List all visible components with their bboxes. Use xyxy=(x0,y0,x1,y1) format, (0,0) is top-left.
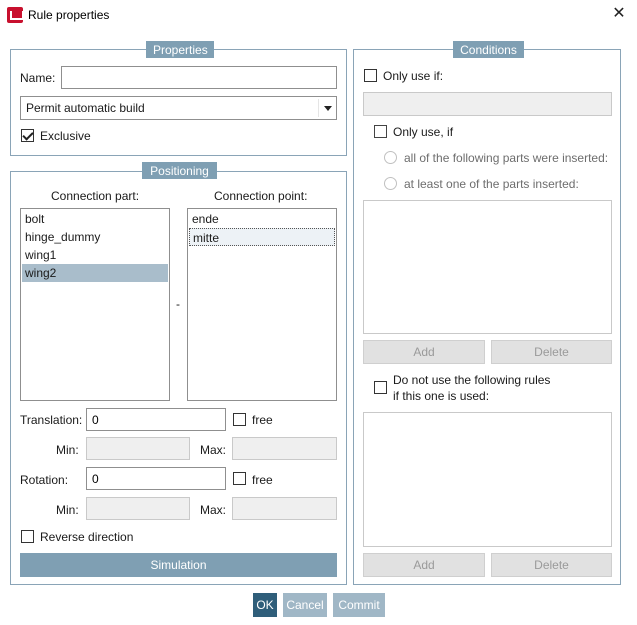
translation-max-input xyxy=(232,437,337,460)
only-use-if-checkbox[interactable] xyxy=(364,69,377,82)
connection-part-list[interactable]: bolt hinge_dummy wing1 wing2 xyxy=(20,208,170,401)
list-item[interactable]: bolt xyxy=(22,210,168,228)
radio-all-parts[interactable] xyxy=(384,151,397,164)
conditions-legend: Conditions xyxy=(453,41,524,58)
translation-min-label: Min: xyxy=(56,443,79,457)
ok-button[interactable]: OK xyxy=(253,593,277,617)
exclusive-checkbox[interactable] xyxy=(21,129,34,142)
list-separator: - xyxy=(176,297,180,311)
radio-all-parts-label: all of the following parts were inserted… xyxy=(404,151,609,165)
rotation-min-input xyxy=(86,497,190,520)
only-use-if-input xyxy=(363,92,612,116)
only-use-if-label: Only use if: xyxy=(383,69,444,83)
properties-legend: Properties xyxy=(146,41,214,58)
list-item[interactable]: wing1 xyxy=(22,246,168,264)
list-item-selected[interactable]: wing2 xyxy=(22,264,168,282)
build-mode-value: Permit automatic build xyxy=(26,101,145,115)
reverse-direction-label: Reverse direction xyxy=(40,530,134,544)
commit-button[interactable]: Commit xyxy=(333,593,385,617)
translation-free-checkbox[interactable] xyxy=(233,413,246,426)
build-mode-select[interactable]: Permit automatic build xyxy=(20,96,337,120)
title-bar: Rule properties ✕ xyxy=(0,0,637,30)
translation-label: Translation: xyxy=(20,413,83,427)
add-rule-button[interactable]: Add xyxy=(363,553,485,577)
name-label: Name: xyxy=(20,71,56,85)
radio-one-part-label: at least one of the parts inserted: xyxy=(404,177,579,191)
list-item[interactable]: hinge_dummy xyxy=(22,228,168,246)
positioning-legend: Positioning xyxy=(142,162,217,179)
select-separator xyxy=(318,99,319,117)
translation-max-label: Max: xyxy=(200,443,227,457)
connection-point-list[interactable]: ende mitte xyxy=(187,208,337,401)
do-not-use-label-line2: if this one is used: xyxy=(393,389,490,403)
list-item-focused[interactable]: mitte xyxy=(189,228,335,246)
add-part-button[interactable]: Add xyxy=(363,340,485,364)
excluded-rules-list[interactable] xyxy=(363,412,612,547)
connection-part-header: Connection part: xyxy=(51,189,140,203)
parts-condition-list[interactable] xyxy=(363,200,612,334)
translation-input[interactable] xyxy=(86,408,226,431)
close-icon[interactable]: ✕ xyxy=(607,4,631,26)
do-not-use-checkbox[interactable] xyxy=(374,381,387,394)
name-input[interactable] xyxy=(61,66,337,89)
chevron-down-icon[interactable] xyxy=(324,106,332,111)
cancel-button[interactable]: Cancel xyxy=(283,593,327,617)
rotation-free-label: free xyxy=(252,473,273,487)
list-item[interactable]: ende xyxy=(189,210,335,228)
window-title: Rule properties xyxy=(28,8,110,22)
rotation-input[interactable] xyxy=(86,467,226,490)
delete-part-button[interactable]: Delete xyxy=(491,340,612,364)
rotation-label: Rotation: xyxy=(20,473,69,487)
connection-point-header: Connection point: xyxy=(214,189,308,203)
rotation-max-label: Max: xyxy=(200,503,227,517)
rotation-free-checkbox[interactable] xyxy=(233,472,246,485)
rotation-max-input xyxy=(232,497,337,520)
only-use-comma-label: Only use, if xyxy=(393,125,454,139)
translation-free-label: free xyxy=(252,413,273,427)
simulation-button[interactable]: Simulation xyxy=(20,553,337,577)
do-not-use-label-line1: Do not use the following rules xyxy=(393,373,551,387)
reverse-direction-checkbox[interactable] xyxy=(21,530,34,543)
delete-rule-button[interactable]: Delete xyxy=(491,553,612,577)
only-use-comma-checkbox[interactable] xyxy=(374,125,387,138)
rotation-min-label: Min: xyxy=(56,503,79,517)
exclusive-label: Exclusive xyxy=(40,129,91,143)
radio-one-part[interactable] xyxy=(384,177,397,190)
translation-min-input xyxy=(86,437,190,460)
app-icon xyxy=(7,7,24,23)
